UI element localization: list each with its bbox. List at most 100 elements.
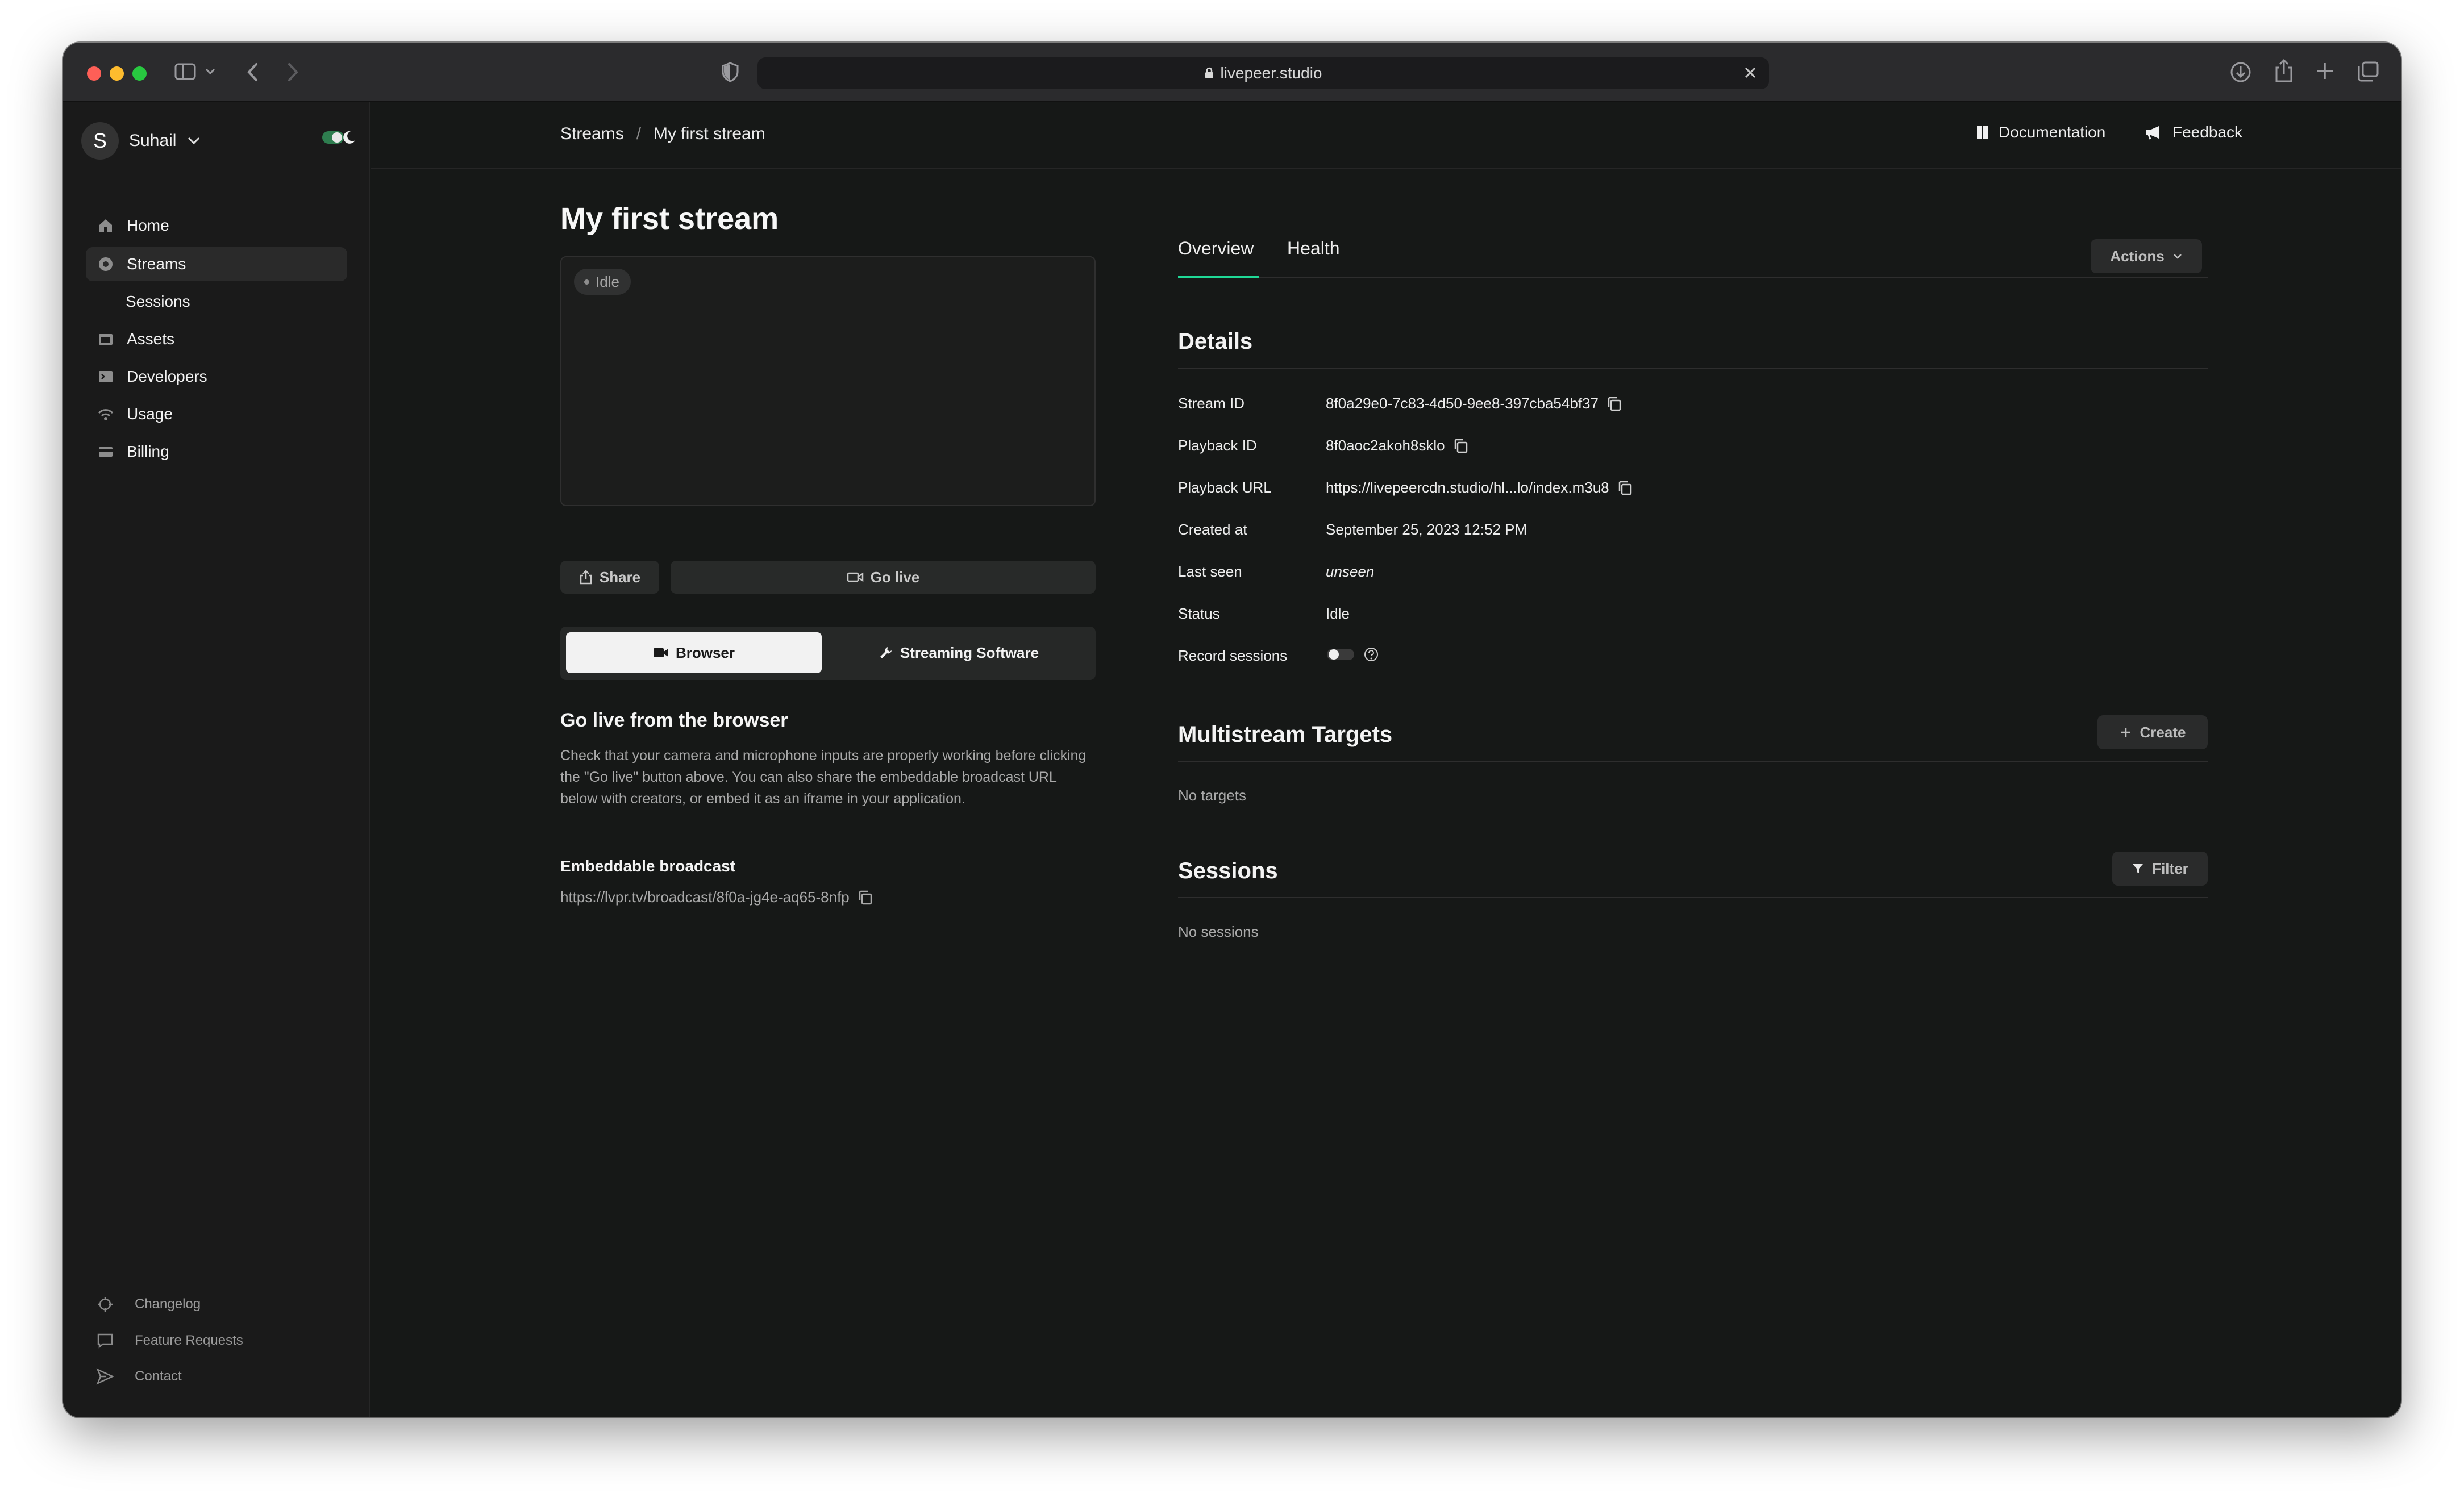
sidebar-item-home[interactable]: Home [86, 208, 347, 243]
tab-overview-icon[interactable] [2357, 61, 2379, 82]
actions-dropdown[interactable]: Actions [2091, 239, 2202, 273]
sidebar-item-sessions[interactable]: Sessions [86, 285, 347, 319]
url-text: livepeer.studio [1220, 64, 1322, 82]
documentation-link[interactable]: Documentation [1976, 123, 2105, 141]
close-window-button[interactable] [87, 66, 101, 81]
usage-icon [98, 409, 114, 420]
multistream-title: Multistream Targets [1178, 722, 1393, 747]
breadcrumb: Streams / My first stream [560, 124, 765, 144]
billing-icon [99, 447, 113, 457]
zoom-window-button[interactable] [132, 66, 147, 81]
sidebar-item-label: Streams [127, 255, 186, 273]
sidebar-item-label: Developers [127, 368, 207, 385]
go-live-button[interactable]: Go live [671, 561, 1096, 594]
sidebar-item-developers[interactable]: Developers [86, 360, 347, 394]
forward-icon[interactable] [286, 62, 299, 82]
status-badge: Idle [574, 269, 631, 295]
status-value: Idle [1326, 605, 1350, 622]
copy-icon[interactable] [1453, 438, 1469, 454]
created-at-value: September 25, 2023 12:52 PM [1326, 521, 1527, 538]
chevron-down-icon [2173, 254, 2182, 259]
lock-icon [1205, 67, 1214, 78]
copy-icon[interactable] [1617, 480, 1633, 496]
last-seen-value: unseen [1326, 563, 1375, 580]
share-icon[interactable] [2274, 59, 2294, 84]
feedback-link[interactable]: Feedback [2144, 123, 2242, 141]
streams-icon [99, 257, 113, 271]
user-menu[interactable]: S Suhail [81, 122, 201, 160]
embed-url[interactable]: https://lvpr.tv/broadcast/8f0a-jg4e-aq65… [560, 888, 850, 906]
go-live-label: Go live [870, 568, 920, 586]
browser-heading: Go live from the browser [560, 710, 788, 731]
actions-label: Actions [2110, 247, 2165, 265]
filter-label: Filter [2152, 860, 2188, 877]
feedback-label: Feedback [2172, 123, 2242, 141]
share-button[interactable]: Share [560, 561, 659, 594]
tab-health[interactable]: Health [1287, 238, 1355, 278]
downloads-icon[interactable] [2229, 61, 2252, 84]
sessions-empty: No sessions [1178, 923, 1259, 940]
playback-id-label: Playback ID [1178, 437, 1257, 454]
embed-heading: Embeddable broadcast [560, 857, 736, 875]
last-seen-label: Last seen [1178, 563, 1242, 580]
wrench-icon [880, 647, 892, 658]
record-sessions-toggle[interactable] [1326, 646, 1355, 663]
help-icon[interactable] [1363, 646, 1379, 662]
status-label: Status [1178, 605, 1220, 622]
created-at-label: Created at [1178, 521, 1247, 538]
address-bar[interactable]: livepeer.studio [757, 57, 1769, 89]
video-camera-icon [847, 572, 863, 582]
status-dot [584, 279, 589, 285]
copy-icon[interactable] [1606, 396, 1622, 412]
sidebar-item-billing[interactable]: Billing [86, 435, 347, 469]
contact-link[interactable]: Contact [96, 1364, 182, 1389]
playback-id-value: 8f0aoc2akoh8sklo [1326, 437, 1469, 454]
tab-browser-label: Browser [675, 644, 735, 661]
chevron-down-icon[interactable] [205, 68, 215, 76]
tab-browser[interactable]: Browser [566, 632, 822, 673]
share-icon [580, 570, 592, 585]
sidebar-item-streams[interactable]: Streams [86, 247, 347, 281]
page-title: My first stream [560, 202, 779, 236]
playback-url-label: Playback URL [1178, 479, 1272, 496]
multistream-empty: No targets [1178, 787, 1246, 804]
filter-button[interactable]: Filter [2112, 852, 2208, 886]
sidebar-item-label: Sessions [126, 293, 190, 310]
contact-label: Contact [135, 1369, 182, 1384]
copy-icon[interactable] [858, 890, 873, 906]
details-divider [1178, 368, 2208, 369]
documentation-label: Documentation [1999, 123, 2106, 141]
page-header: Streams / My first stream Documentation … [371, 102, 2401, 169]
sidebar: S Suhail Home Streams Sessions Assets De… [63, 102, 370, 1417]
new-tab-icon[interactable] [2315, 61, 2335, 81]
tab-overview[interactable]: Overview [1178, 238, 1259, 278]
plus-icon [2121, 728, 2130, 737]
tab-streaming-software[interactable]: Streaming Software [827, 632, 1090, 673]
status-badge-label: Idle [596, 273, 619, 290]
record-sessions-controls [1326, 646, 1379, 663]
breadcrumb-separator: / [636, 124, 642, 143]
megaphone-icon [2146, 126, 2159, 140]
theme-toggle[interactable] [322, 129, 356, 146]
chevron-down-icon [188, 137, 200, 145]
breadcrumb-streams[interactable]: Streams [560, 124, 624, 144]
create-target-button[interactable]: Create [2097, 715, 2208, 749]
sidebar-toggle-icon[interactable] [174, 62, 197, 81]
sidebar-item-usage[interactable]: Usage [86, 397, 347, 431]
sidebar-item-assets[interactable]: Assets [86, 322, 347, 356]
playback-url-text: https://livepeercdn.studio/hl...lo/index… [1326, 479, 1609, 496]
send-icon [96, 1368, 114, 1385]
sidebar-item-label: Home [127, 216, 169, 234]
user-name: Suhail [129, 131, 177, 150]
privacy-shield-icon[interactable] [721, 62, 739, 82]
changelog-link[interactable]: Changelog [96, 1292, 201, 1317]
feature-requests-link[interactable]: Feature Requests [96, 1328, 243, 1353]
sessions-title: Sessions [1178, 858, 1278, 883]
back-icon[interactable] [246, 62, 260, 82]
sessions-divider [1178, 897, 2208, 898]
clear-url-icon[interactable] [1742, 64, 1759, 81]
home-icon [99, 219, 112, 232]
message-icon [97, 1333, 113, 1349]
stream-preview: Idle [560, 256, 1096, 506]
minimize-window-button[interactable] [110, 66, 124, 81]
